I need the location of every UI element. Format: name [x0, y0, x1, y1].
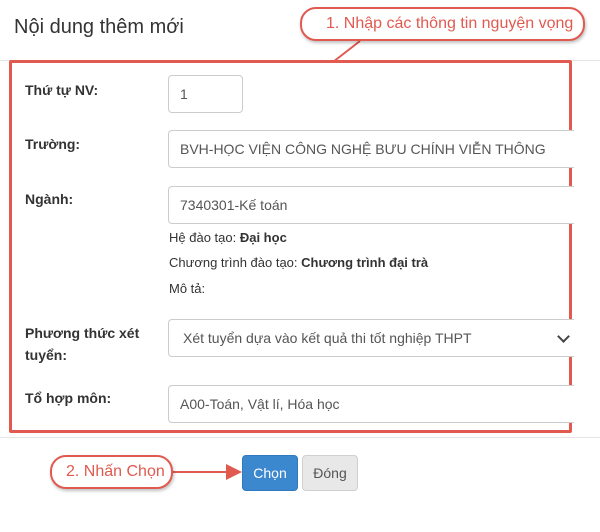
description-info: Mô tả:	[169, 280, 205, 298]
form-highlight-box	[9, 60, 572, 433]
major-label: Ngành:	[25, 191, 74, 207]
training-level-value: Đại học	[239, 230, 287, 245]
order-label: Thứ tự NV:	[25, 82, 99, 98]
training-level-info: Hệ đào tạo: Đại học	[169, 229, 287, 247]
method-selected-value: Xét tuyển dựa vào kết quả thi tốt nghiệp…	[183, 330, 472, 346]
order-input[interactable]: 1	[168, 75, 243, 113]
callout-step1: 1. Nhập các thông tin nguyện vọng	[300, 7, 585, 41]
training-level-label: Hệ đào tạo:	[169, 230, 237, 245]
program-label: Chương trình đào tạo:	[169, 255, 298, 270]
choose-button[interactable]: Chọn	[242, 455, 298, 491]
method-label: Phương thức xét tuyển:	[25, 325, 140, 363]
modal-title: Nội dung thêm mới	[14, 16, 184, 38]
callout-step2: 2. Nhấn Chọn	[50, 455, 173, 489]
school-label: Trường:	[25, 136, 81, 152]
chevron-down-icon	[557, 330, 570, 343]
subjects-label: Tổ hợp môn:	[25, 390, 112, 406]
close-button[interactable]: Đóng	[302, 455, 358, 491]
callout-1-pointer	[332, 40, 361, 63]
major-input[interactable]: 7340301-Kế toán	[168, 186, 574, 224]
program-value: Chương trình đại trà	[301, 255, 429, 270]
program-info: Chương trình đào tạo: Chương trình đại t…	[169, 254, 428, 272]
method-select[interactable]: Xét tuyển dựa vào kết quả thi tốt nghiệp…	[168, 319, 574, 357]
subjects-input[interactable]: A00-Toán, Vật lí, Hóa học	[168, 385, 574, 423]
school-input[interactable]: BVH-HỌC VIỆN CÔNG NGHỆ BƯU CHÍNH VIỄN TH…	[168, 130, 574, 168]
footer-divider	[0, 437, 600, 438]
description-label: Mô tả:	[169, 281, 206, 296]
